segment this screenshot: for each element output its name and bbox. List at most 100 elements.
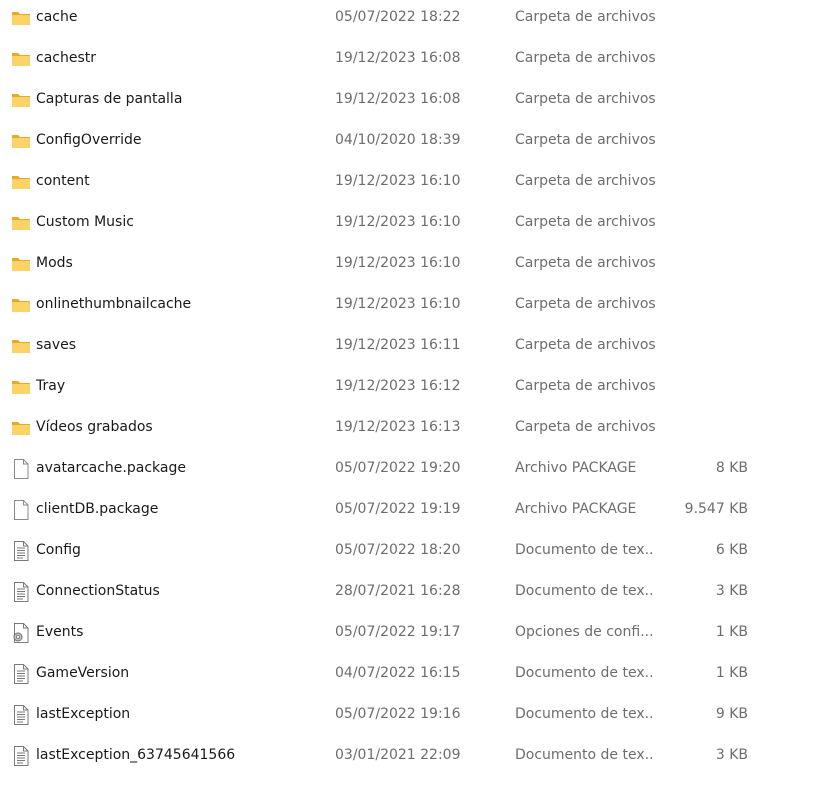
file-row[interactable]: lastException 05/07/2022 19:16 Documento d… [0, 697, 832, 738]
file-type: Carpeta de archivos [515, 214, 655, 230]
folder-icon [10, 171, 32, 193]
file-type: Documento de tex... [515, 665, 655, 681]
file-row[interactable]: Mods 19/12/2023 16:10 Carpeta de archivos [0, 246, 832, 287]
file-date-modified: 05/07/2022 19:20 [335, 460, 461, 476]
file-name: Events [36, 624, 84, 640]
file-date-modified: 19/12/2023 16:08 [335, 91, 461, 107]
folder-icon [10, 253, 32, 275]
file-size: 3 KB [715, 583, 748, 599]
settings-file-icon [10, 622, 32, 644]
file-type: Documento de tex... [515, 706, 655, 722]
file-type: Archivo PACKAGE [515, 501, 637, 517]
file-name: Mods [36, 255, 73, 271]
file-size: 9.547 KB [684, 501, 748, 517]
folder-icon [10, 89, 32, 111]
file-date-modified: 19/12/2023 16:10 [335, 214, 461, 230]
file-name: Vídeos grabados [36, 419, 153, 435]
file-name: ConfigOverride [36, 132, 142, 148]
file-row[interactable]: lastException_63745641566 03/01/2021 22:0… [0, 738, 832, 779]
file-type: Documento de tex... [515, 747, 655, 763]
file-type: Carpeta de archivos [515, 255, 655, 271]
folder-icon [10, 48, 32, 70]
file-row[interactable]: cache 05/07/2022 18:22 Carpeta de archivos [0, 0, 832, 41]
file-row[interactable]: content 19/12/2023 16:10 Carpeta de archiv… [0, 164, 832, 205]
file-name: Custom Music [36, 214, 134, 230]
file-date-modified: 05/07/2022 18:22 [335, 9, 461, 25]
file-type: Carpeta de archivos [515, 419, 655, 435]
file-type: Opciones de confi... [515, 624, 654, 640]
text-document-icon [10, 745, 32, 767]
file-type: Documento de tex... [515, 542, 655, 558]
file-date-modified: 04/10/2020 18:39 [335, 132, 461, 148]
file-date-modified: 19/12/2023 16:12 [335, 378, 461, 394]
file-date-modified: 04/07/2022 16:15 [335, 665, 461, 681]
file-row[interactable]: Capturas de pantalla 19/12/2023 16:08 Carp… [0, 82, 832, 123]
file-row[interactable]: Config 05/07/2022 18:20 Documento de tex..… [0, 533, 832, 574]
file-size: 9 KB [715, 706, 748, 722]
file-date-modified: 19/12/2023 16:10 [335, 173, 461, 189]
file-name: Capturas de pantalla [36, 91, 183, 107]
file-date-modified: 05/07/2022 19:19 [335, 501, 461, 517]
file-row[interactable]: avatarcache.package 05/07/2022 19:20 Archi… [0, 451, 832, 492]
file-row[interactable]: GameVersion 04/07/2022 16:15 Documento de … [0, 656, 832, 697]
folder-icon [10, 376, 32, 398]
file-name: saves [36, 337, 77, 353]
file-date-modified: 05/07/2022 19:17 [335, 624, 461, 640]
file-date-modified: 03/01/2021 22:09 [335, 747, 461, 763]
file-type: Documento de tex... [515, 583, 655, 599]
file-row[interactable]: cachestr 19/12/2023 16:08 Carpeta de archi… [0, 41, 832, 82]
text-document-icon [10, 704, 32, 726]
file-name: GameVersion [36, 665, 130, 681]
file-type: Archivo PACKAGE [515, 460, 637, 476]
folder-icon [10, 7, 32, 29]
file-size: 8 KB [715, 460, 748, 476]
file-type: Carpeta de archivos [515, 132, 655, 148]
file-name: cache [36, 9, 78, 25]
blank-file-icon [10, 499, 32, 521]
file-row[interactable]: Vídeos grabados 19/12/2023 16:13 Carpeta d… [0, 410, 832, 451]
file-row[interactable]: Tray 19/12/2023 16:12 Carpeta de archivos [0, 369, 832, 410]
file-name: content [36, 173, 90, 189]
file-name: lastException_63745641566 [36, 747, 236, 763]
text-document-icon [10, 581, 32, 603]
file-name: Tray [36, 378, 66, 394]
file-type: Carpeta de archivos [515, 173, 655, 189]
file-type: Carpeta de archivos [515, 50, 655, 66]
file-row[interactable]: Events 05/07/2022 19:17 Opciones de confi.… [0, 615, 832, 656]
file-size: 1 KB [715, 665, 748, 681]
file-date-modified: 19/12/2023 16:08 [335, 50, 461, 66]
file-date-modified: 05/07/2022 18:20 [335, 542, 461, 558]
file-type: Carpeta de archivos [515, 337, 655, 353]
file-type: Carpeta de archivos [515, 378, 655, 394]
file-row[interactable]: onlinethumbnailcache 19/12/2023 16:10 Carp… [0, 287, 832, 328]
folder-icon [10, 212, 32, 234]
folder-icon [10, 335, 32, 357]
file-size: 6 KB [715, 542, 748, 558]
file-row[interactable]: Custom Music 19/12/2023 16:10 Carpeta de a… [0, 205, 832, 246]
file-row[interactable]: saves 19/12/2023 16:11 Carpeta de archivos [0, 328, 832, 369]
file-name: lastException [36, 706, 131, 722]
file-row[interactable]: ConfigOverride 04/10/2020 18:39 Carpeta de… [0, 123, 832, 164]
file-name: ConnectionStatus [36, 583, 160, 599]
file-row[interactable]: ConnectionStatus 28/07/2021 16:28 Document… [0, 574, 832, 615]
blank-file-icon [10, 458, 32, 480]
file-type: Carpeta de archivos [515, 9, 655, 25]
folder-icon [10, 417, 32, 439]
file-date-modified: 19/12/2023 16:10 [335, 255, 461, 271]
file-size: 1 KB [715, 624, 748, 640]
folder-icon [10, 130, 32, 152]
file-name: avatarcache.package [36, 460, 186, 476]
text-document-icon [10, 663, 32, 685]
file-date-modified: 19/12/2023 16:13 [335, 419, 461, 435]
file-date-modified: 28/07/2021 16:28 [335, 583, 461, 599]
file-name: onlinethumbnailcache [36, 296, 192, 312]
file-name: clientDB.package [36, 501, 159, 517]
file-name: cachestr [36, 50, 96, 66]
file-name: Config [36, 542, 81, 558]
text-document-icon [10, 540, 32, 562]
file-type: Carpeta de archivos [515, 296, 655, 312]
file-date-modified: 19/12/2023 16:11 [335, 337, 461, 353]
file-date-modified: 05/07/2022 19:16 [335, 706, 461, 722]
file-row[interactable]: clientDB.package 05/07/2022 19:19 Archivo … [0, 492, 832, 533]
file-date-modified: 19/12/2023 16:10 [335, 296, 461, 312]
